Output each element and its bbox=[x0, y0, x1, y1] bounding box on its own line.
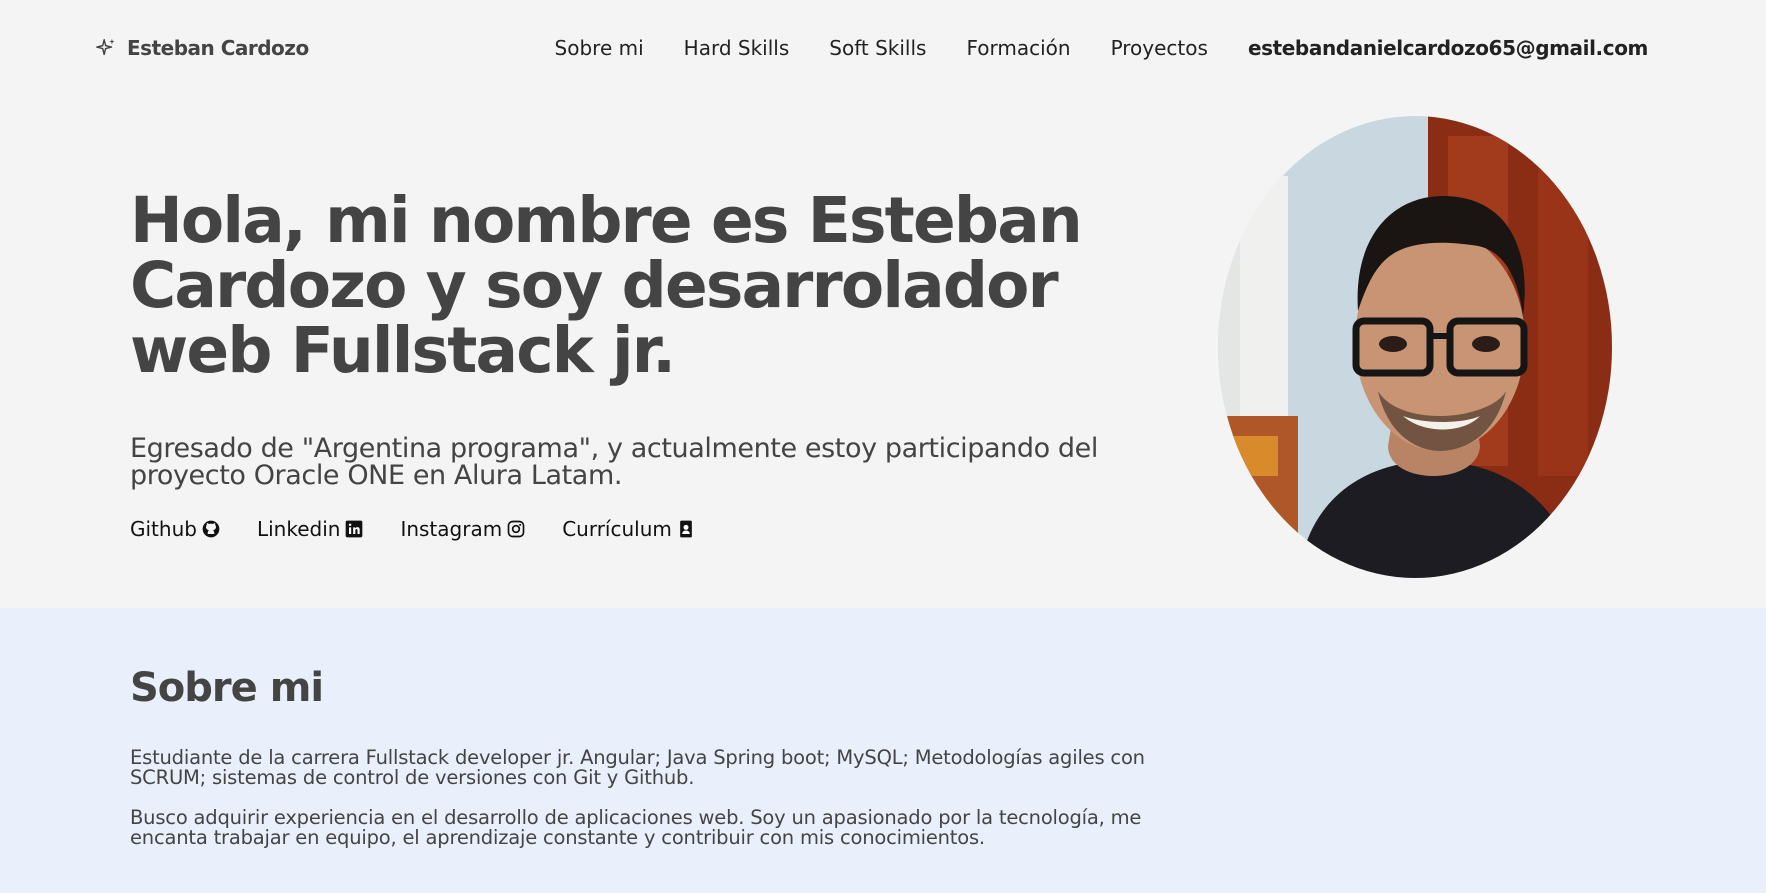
github-link[interactable]: Github bbox=[130, 517, 221, 541]
sparkle-icon bbox=[95, 37, 117, 59]
brand[interactable]: Esteban Cardozo bbox=[95, 36, 309, 60]
nav-links: Sobre mi Hard Skills Soft Skills Formaci… bbox=[555, 36, 1649, 60]
nav-link-formacion[interactable]: Formación bbox=[966, 36, 1070, 60]
resume-icon bbox=[676, 519, 696, 539]
instagram-link[interactable]: Instagram bbox=[400, 517, 526, 541]
hero-subtitle: Egresado de "Argentina programa", y actu… bbox=[130, 433, 1098, 491]
instagram-icon bbox=[506, 519, 526, 539]
about-paragraph: Busco adquirir experiencia en el desarro… bbox=[130, 806, 1142, 849]
hero-section: Hola, mi nombre es Esteban Cardozo y soy… bbox=[0, 96, 1766, 608]
nav-link-proyectos[interactable]: Proyectos bbox=[1111, 36, 1208, 60]
instagram-link-label: Instagram bbox=[400, 517, 503, 541]
nav-link-soft-skills[interactable]: Soft Skills bbox=[829, 36, 926, 60]
nav-link-hard-skills[interactable]: Hard Skills bbox=[684, 36, 790, 60]
curriculum-link[interactable]: Currículum bbox=[562, 517, 696, 541]
nav-link-sobre-mi[interactable]: Sobre mi bbox=[555, 36, 644, 60]
github-link-label: Github bbox=[130, 517, 197, 541]
about-title: Sobre mi bbox=[130, 665, 324, 711]
navbar: Esteban Cardozo Sobre mi Hard Skills Sof… bbox=[0, 0, 1766, 96]
social-links: Github Linkedin Instagram Currículum bbox=[130, 517, 696, 541]
about-paragraph: Estudiante de la carrera Fullstack devel… bbox=[130, 746, 1145, 789]
profile-photo bbox=[1218, 116, 1612, 578]
linkedin-icon bbox=[344, 519, 364, 539]
linkedin-link-label: Linkedin bbox=[256, 517, 341, 541]
hero-title: Hola, mi nombre es Esteban Cardozo y soy… bbox=[130, 184, 1083, 387]
brand-name: Esteban Cardozo bbox=[127, 36, 309, 60]
github-icon bbox=[201, 519, 221, 539]
about-section: Sobre mi Estudiante de la carrera Fullst… bbox=[0, 608, 1766, 893]
curriculum-link-label: Currículum bbox=[562, 517, 672, 541]
linkedin-link[interactable]: Linkedin bbox=[257, 517, 364, 541]
nav-email-link[interactable]: estebandanielcardozo65@gmail.com bbox=[1248, 36, 1648, 60]
